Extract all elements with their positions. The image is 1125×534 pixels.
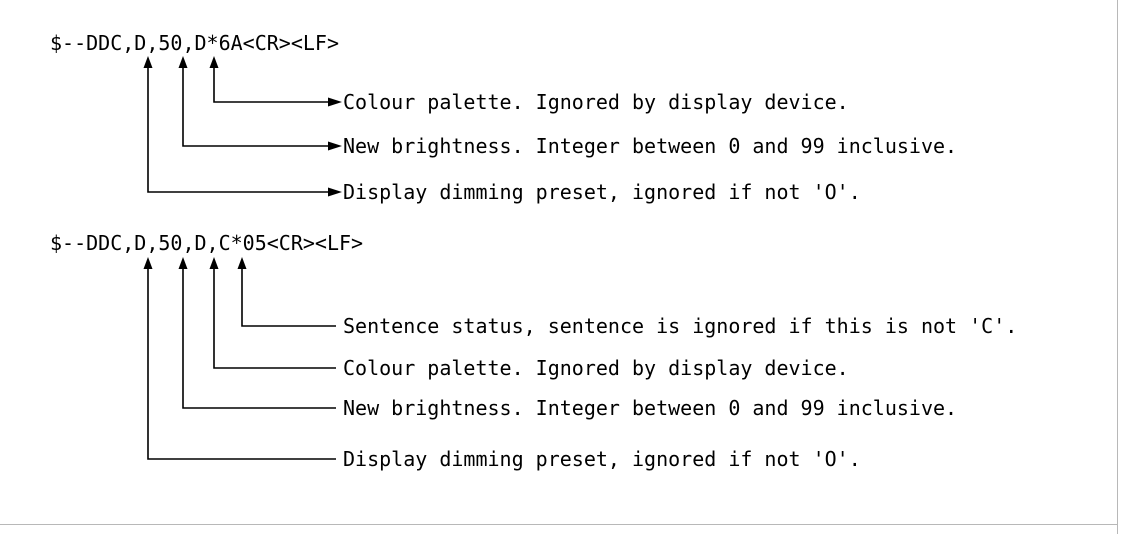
connector-new-brightness-1 [182,66,330,147]
connector-sentence-status-2 [241,267,336,327]
annotation-colour-palette-2: Colour palette. Ignored by display devic… [343,356,849,380]
connector-colour-palette-1 [213,66,330,103]
annotation-new-brightness-1: New brightness. Integer between 0 and 99… [343,134,957,158]
diagram-canvas: $--DDC,D,50,D*6A<CR><LF> Colour palette.… [0,0,1125,534]
right-arrow-icon [328,141,342,151]
annotation-colour-palette-1: Colour palette. Ignored by display devic… [343,90,849,114]
connector-dimming-preset-1 [147,66,330,193]
nmea-ddc-diagram: $--DDC,D,50,D*6A<CR><LF> Colour palette.… [50,31,1017,471]
sentence-1: $--DDC,D,50,D*6A<CR><LF> [50,31,339,55]
annotation-sentence-status-2: Sentence status, sentence is ignored if … [343,314,1017,338]
right-arrow-icon [328,97,342,107]
connector-colour-palette-2 [213,267,336,369]
connector-new-brightness-2 [182,267,336,409]
right-arrow-icon [328,187,342,197]
annotation-new-brightness-2: New brightness. Integer between 0 and 99… [343,396,957,420]
sentence-2: $--DDC,D,50,D,C*05<CR><LF> [50,231,363,255]
annotation-dimming-preset-1: Display dimming preset, ignored if not '… [343,180,861,204]
annotation-dimming-preset-2: Display dimming preset, ignored if not '… [343,447,861,471]
